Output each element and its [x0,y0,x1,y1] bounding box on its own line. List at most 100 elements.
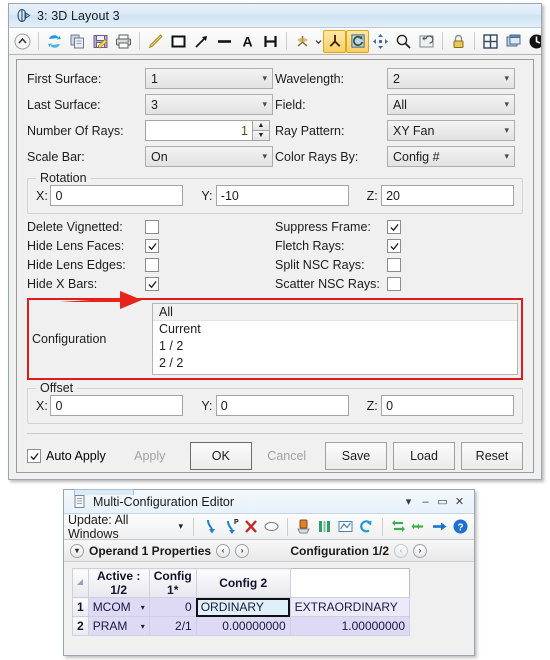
refresh-dark-icon[interactable] [525,30,541,53]
collapse-icon[interactable] [11,30,34,53]
pencil-icon[interactable] [144,30,167,53]
rectangle-icon[interactable] [167,30,190,53]
hide-lens-faces-checkbox[interactable] [145,239,159,253]
text-icon[interactable]: A [236,30,259,53]
copy-icon[interactable] [66,30,89,53]
reset-button[interactable]: Reset [461,442,523,470]
load-button[interactable]: Load [393,442,455,470]
swap-icon[interactable] [389,517,408,537]
save-button[interactable]: Save [325,442,387,470]
rotation-y-input[interactable]: -10 [215,185,349,206]
layout-toolbar[interactable]: A [9,28,541,55]
config-insert-icon[interactable] [294,517,313,537]
dimension-icon[interactable] [259,30,282,53]
cancel-button[interactable]: Cancel [255,442,318,470]
field-select[interactable]: All ▾ [387,94,515,115]
axes-dropdown-icon[interactable] [291,30,314,53]
operand-param-cell[interactable]: 2/1 [148,616,197,636]
ellipse-icon[interactable] [263,517,282,537]
column-header-active[interactable]: Active : 1/2 [87,568,150,598]
save-icon[interactable] [89,30,112,53]
hide-x-bars-checkbox[interactable] [145,277,159,291]
arrow-icon[interactable] [190,30,213,53]
stepper-buttons[interactable]: ▲ ▼ [253,120,270,141]
delete-vignetted-checkbox[interactable] [145,220,159,234]
table-row[interactable]: 2 PRAM ▾ 2/1 0.00000000 1.00000000 [72,616,411,636]
insert-operand-icon[interactable] [200,517,219,537]
operand-type-cell[interactable]: PRAM ▾ [87,616,150,636]
stepper-up-icon[interactable]: ▲ [253,120,270,130]
number-of-rays-input[interactable]: 1 [145,120,253,141]
mce-toolbar[interactable]: Update: All Windows ▾ P ? [64,513,474,541]
configuration-option-current[interactable]: Current [153,321,517,338]
line-icon[interactable] [213,30,236,53]
row-number[interactable]: 1 [72,597,89,617]
stepper-down-icon[interactable]: ▼ [253,130,270,141]
window-titlebar[interactable]: 3: 3D Layout 3 [9,4,541,28]
rotation-x-input[interactable]: 0 [50,185,184,206]
delete-operand-icon[interactable] [242,517,261,537]
window-tab-handle[interactable] [74,489,134,495]
ray-pattern-select[interactable]: XY Fan ▾ [387,120,515,141]
config-next-button[interactable]: › [413,543,427,558]
operand-next-button[interactable]: › [235,543,250,558]
print-icon[interactable] [112,30,135,53]
auto-apply-checkbox-group[interactable]: Auto Apply [27,449,106,463]
isometric-view-icon[interactable] [323,29,346,53]
undo-zoom-icon[interactable] [415,30,438,53]
select-all-corner[interactable] [72,568,89,598]
insert-operand-p-icon[interactable]: P [221,517,240,537]
offset-y-input[interactable]: 0 [215,395,349,416]
goto-icon[interactable] [430,517,449,537]
rotation-z-input[interactable]: 20 [381,185,514,206]
undo-icon[interactable] [357,517,376,537]
refresh-icon[interactable] [43,30,66,53]
dropdown-menu-button[interactable]: ▾ [400,494,417,510]
ok-button[interactable]: OK [189,442,252,470]
tile-icon[interactable] [479,30,502,53]
chevron-down-icon[interactable] [314,30,323,53]
config1-value-cell[interactable]: ORDINARY [195,597,291,617]
last-surface-select[interactable]: 3 ▾ [145,94,273,115]
scale-bar-select[interactable]: On ▾ [145,146,273,167]
column-header-config2[interactable]: Config 2 [195,568,291,598]
auto-apply-checkbox[interactable] [27,449,41,463]
table-row[interactable]: 1 MCOM ▾ 0 ORDINARY EXTRAORDINARY [72,597,411,617]
color-rays-by-select[interactable]: Config # ▾ [387,146,515,167]
config-prev-button[interactable]: ‹ [394,543,408,558]
update-dropdown[interactable]: Update: All Windows ▾ [68,513,187,541]
row-number[interactable]: 2 [72,616,89,636]
zoom-icon[interactable] [392,30,415,53]
configuration-listbox[interactable]: All Current 1 / 2 2 / 2 [152,303,518,375]
columns-icon[interactable] [315,517,334,537]
suppress-frame-checkbox[interactable] [387,220,401,234]
configuration-option-1-2[interactable]: 1 / 2 [153,338,517,355]
fletch-rays-checkbox[interactable] [387,239,401,253]
operand-param-cell[interactable]: 0 [148,597,197,617]
offset-z-input[interactable]: 0 [381,395,514,416]
maximize-button[interactable]: ▭ [434,494,451,510]
chevron-down-icon[interactable]: ▾ [141,622,145,631]
scatter-nsc-rays-checkbox[interactable] [387,277,401,291]
edit-cell-icon[interactable] [336,517,355,537]
wavelength-select[interactable]: 2 ▾ [387,68,515,89]
offset-x-input[interactable]: 0 [50,395,184,416]
lock-icon[interactable] [447,30,470,53]
split-nsc-rays-checkbox[interactable] [387,258,401,272]
multi-config-table[interactable]: Active : 1/2 Config 1* Config 2 1 MCOM ▾… [72,568,411,636]
operand-prev-button[interactable]: ‹ [216,543,231,558]
rotate-view-icon[interactable] [346,29,369,53]
config1-value-cell[interactable]: 0.00000000 [195,616,291,636]
apply-button[interactable]: Apply [113,442,186,470]
column-header-config1[interactable]: Config 1* [148,568,197,598]
minimize-button[interactable]: – [417,494,434,510]
first-surface-select[interactable]: 1 ▾ [145,68,273,89]
hide-lens-edges-checkbox[interactable] [145,258,159,272]
number-of-rays-stepper[interactable]: 1 ▲ ▼ [145,120,270,141]
shift-icon[interactable] [409,517,428,537]
configuration-option-all[interactable]: All [153,304,517,321]
expander-icon[interactable]: ▾ [70,543,84,558]
configuration-option-2-2[interactable]: 2 / 2 [153,355,517,372]
pan-icon[interactable] [369,30,392,53]
chevron-down-icon[interactable]: ▾ [141,603,145,612]
